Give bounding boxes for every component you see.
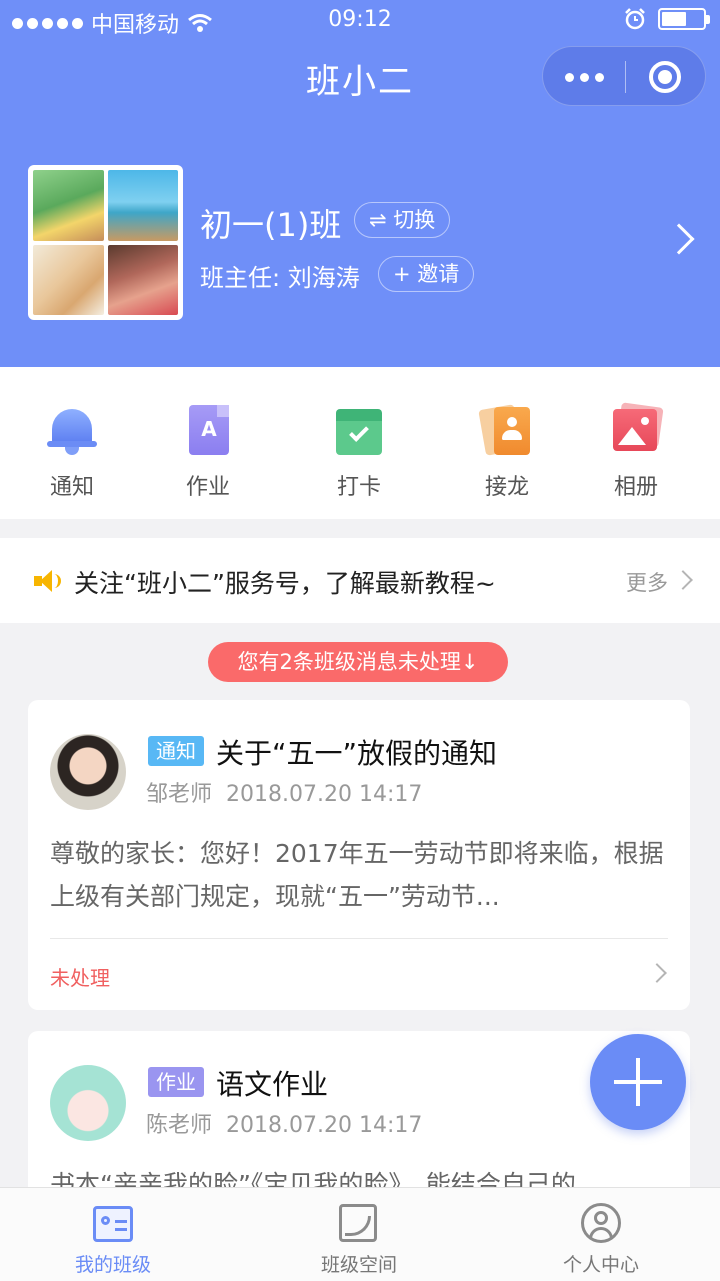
menu-item-label: 通知	[49, 475, 94, 500]
invite-button[interactable]: + 邀请	[378, 256, 475, 292]
status-badge: 未处理	[50, 966, 110, 990]
card-body: 尊敬的家长：您好！2017年五一劳动节即将来临，根据上级有关部门规定，现就“五一…	[50, 839, 664, 911]
chevron-right-icon[interactable]	[663, 223, 695, 255]
space-icon	[337, 1202, 381, 1244]
class-name: 初一(1)班	[200, 206, 342, 244]
chevron-right-icon	[673, 570, 693, 590]
collage-photo	[107, 244, 178, 315]
bell-icon	[45, 403, 99, 457]
tab-label: 我的班级	[74, 1254, 151, 1276]
speaker-icon	[34, 569, 61, 593]
tab-profile[interactable]: 个人中心	[521, 1202, 681, 1277]
more-icon[interactable]	[565, 73, 604, 82]
collage-photo	[107, 170, 178, 241]
chevron-right-icon	[647, 963, 667, 983]
relay-cards-icon	[478, 403, 534, 457]
menu-item-label: 打卡	[336, 475, 381, 500]
class-card-icon	[91, 1202, 135, 1244]
homework-tag: 作业	[148, 1067, 204, 1097]
avatar	[50, 734, 126, 810]
menu-item-label: 接龙	[484, 475, 529, 500]
unhandled-alert-badge[interactable]: 您有2条班级消息未处理↓	[208, 642, 508, 682]
collage-photo	[33, 244, 104, 315]
card-meta: 陈老师 2018.07.20 14:17	[146, 1107, 422, 1139]
menu-item-checkin[interactable]: 打卡	[309, 403, 409, 501]
switch-class-button[interactable]: ⇌ 切换	[354, 202, 451, 238]
tab-class-space[interactable]: 班级空间	[279, 1202, 439, 1277]
collage-photo	[33, 170, 104, 241]
miniprogram-capsule	[542, 46, 706, 106]
card-datetime: 2018.07.20 14:17	[226, 782, 423, 807]
menu-item-homework[interactable]: A 作业	[158, 403, 258, 501]
menu-item-label: 作业	[185, 475, 230, 500]
tab-my-class[interactable]: 我的班级	[33, 1202, 193, 1277]
announcement-text: 关注“班小二”服务号，了解最新教程~	[74, 569, 496, 598]
avatar	[50, 1065, 126, 1141]
calendar-check-icon	[332, 403, 386, 457]
menu-item-album[interactable]: 相册	[586, 402, 686, 501]
tab-bar: 我的班级 班级空间 个人中心	[0, 1187, 720, 1281]
capsule-divider	[625, 61, 626, 93]
tab-label: 个人中心	[562, 1254, 639, 1276]
close-target-icon[interactable]	[649, 61, 681, 93]
class-photo-collage[interactable]	[28, 165, 183, 320]
menu-item-label: 相册	[613, 475, 658, 500]
card-title: 关于“五一”放假的通知	[216, 737, 498, 770]
announcement-bar[interactable]: 关注“班小二”服务号，了解最新教程~ 更多	[0, 538, 720, 623]
class-header: 中国移动 09:12 班小二 初一(1)班 ⇌ 切换 班主任: 刘海涛 + 邀请	[0, 0, 720, 367]
alarm-icon	[625, 8, 645, 30]
album-icon	[609, 402, 664, 457]
status-bar: 中国移动 09:12	[0, 0, 720, 40]
add-button[interactable]	[590, 1034, 686, 1130]
clock: 09:12	[328, 7, 392, 32]
more-link[interactable]: 更多	[626, 567, 668, 597]
menu-item-notice[interactable]: 通知	[22, 403, 122, 501]
card-datetime: 2018.07.20 14:17	[226, 1113, 423, 1138]
menu-item-relay[interactable]: 接龙	[457, 403, 557, 501]
card-author: 陈老师	[146, 1113, 213, 1138]
document-icon: A	[181, 403, 235, 457]
card-meta: 邹老师 2018.07.20 14:17	[146, 776, 422, 808]
user-icon	[579, 1202, 623, 1244]
head-teacher: 班主任: 刘海涛	[200, 264, 360, 292]
divider	[50, 938, 668, 939]
card-title: 语文作业	[216, 1068, 329, 1101]
card-author: 邹老师	[146, 782, 213, 807]
feed-card[interactable]: 通知 关于“五一”放假的通知 邹老师 2018.07.20 14:17 尊敬的家…	[28, 700, 690, 1010]
feature-menu: 通知 A 作业 打卡 接龙 相册	[0, 367, 720, 519]
tab-label: 班级空间	[320, 1254, 397, 1276]
notice-tag: 通知	[148, 736, 204, 766]
battery-icon	[658, 8, 710, 30]
